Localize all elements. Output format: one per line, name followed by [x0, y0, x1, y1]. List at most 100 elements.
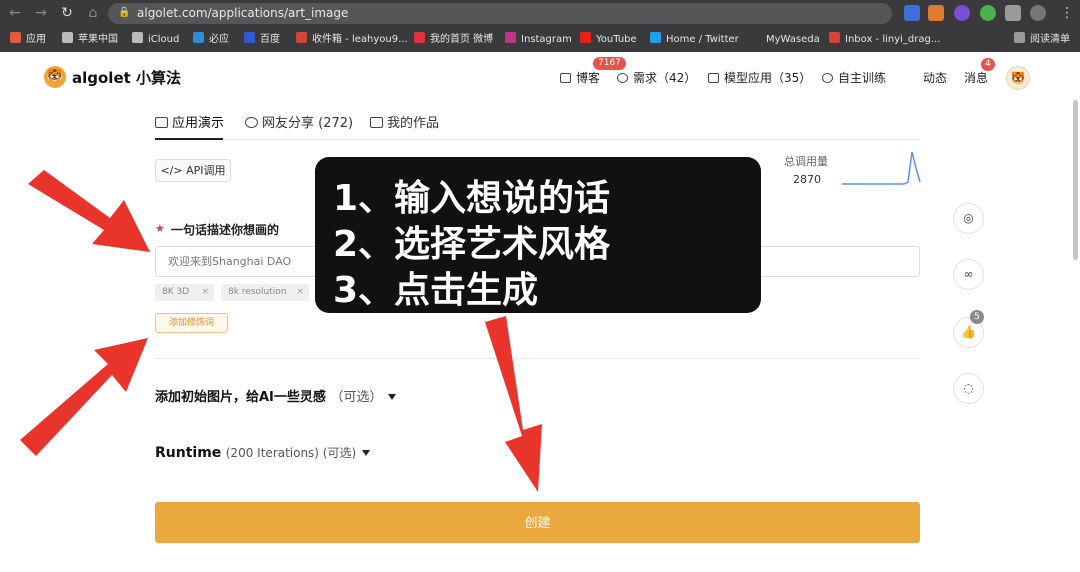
app-tabs: 应用演示 网友分享 (272) 我的作品: [155, 104, 920, 140]
nav-training[interactable]: 自主训练: [822, 69, 886, 86]
instagram-icon: [505, 32, 516, 43]
forward-icon[interactable]: →: [32, 4, 50, 22]
modifier-chip[interactable]: 8K 3D ×: [155, 284, 214, 301]
bookmark-item[interactable]: YouTube: [580, 28, 637, 51]
arrow-to-add-modifier: [20, 338, 148, 456]
gear-icon: [822, 73, 833, 83]
bookmark-item[interactable]: Instagram: [505, 28, 572, 51]
tab-demo[interactable]: 应用演示: [155, 112, 224, 131]
prompt-label: 一句话描述你想画的: [171, 223, 280, 237]
bookmark-item[interactable]: 百度: [244, 28, 280, 51]
nav-models[interactable]: 模型应用（35）: [708, 69, 811, 86]
messages-count-badge: 4: [981, 58, 995, 71]
nav-messages[interactable]: 消息: [964, 69, 988, 86]
extension-icon[interactable]: [928, 5, 944, 21]
bookmark-item[interactable]: 我的首页 微博: [414, 28, 493, 51]
usage-label: 总调用量: [784, 155, 828, 168]
comment-button[interactable]: ◌: [953, 373, 984, 404]
caret-down-icon: [362, 450, 371, 456]
back-icon[interactable]: ←: [6, 4, 24, 22]
like-count-badge: 5: [970, 310, 984, 324]
apps-icon: [10, 32, 21, 43]
bookmark-item[interactable]: 收件箱 - leahyou9...: [296, 28, 408, 51]
demand-icon: [617, 73, 628, 83]
thumbs-up-icon: 👍: [961, 325, 976, 339]
caret-down-icon: [388, 394, 397, 400]
usage-value: 2870: [793, 173, 821, 186]
active-tab-indicator: [155, 138, 223, 140]
tab-share[interactable]: 网友分享 (272): [245, 112, 353, 131]
youtube-icon: [580, 32, 591, 43]
add-modifier-button[interactable]: 添加修饰词: [155, 313, 228, 333]
close-icon[interactable]: ×: [201, 284, 209, 301]
arrow-to-input: [28, 170, 150, 252]
address-bar[interactable]: 🔒 algolet.com/applications/art_image: [108, 3, 892, 24]
image-icon: [370, 117, 383, 128]
site-header: 🐯 algolet 小算法 博客 7167 需求（42） 模型应用（35） 自主…: [0, 52, 1080, 102]
planet-icon: [245, 117, 258, 128]
more-menu-icon[interactable]: ⋮: [1058, 4, 1076, 22]
wechat-share-button[interactable]: ◎: [953, 203, 984, 234]
scrollbar[interactable]: [1073, 100, 1078, 260]
apple-icon: [132, 32, 143, 43]
code-icon: </>: [160, 164, 187, 177]
link-icon: ∞: [963, 267, 974, 281]
instruction-step-3: 3、点击生成: [333, 270, 539, 311]
twitter-icon: [650, 32, 661, 43]
tiger-logo-icon[interactable]: 🐯: [44, 66, 66, 88]
lock-icon: 🔒: [118, 7, 131, 18]
models-icon: [708, 73, 719, 83]
close-icon[interactable]: ×: [296, 284, 304, 301]
section-divider: [155, 358, 920, 359]
tab-works[interactable]: 我的作品: [370, 112, 439, 131]
gmail-icon: [296, 32, 307, 43]
address-row: ← → ↻ ⌂ 🔒 algolet.com/applications/art_i…: [0, 0, 1080, 27]
user-avatar[interactable]: 🐯: [1006, 66, 1030, 90]
nav-activity[interactable]: 动态: [923, 69, 947, 86]
apple-icon: [62, 32, 73, 43]
bookmark-item[interactable]: iCloud: [132, 28, 179, 51]
bookmark-item[interactable]: MyWaseda: [766, 28, 820, 51]
browser-chrome: ← → ↻ ⌂ 🔒 algolet.com/applications/art_i…: [0, 0, 1080, 52]
extension-icon[interactable]: [954, 5, 970, 21]
nav-demand[interactable]: 需求（42）: [617, 69, 696, 86]
nav-blog[interactable]: 博客: [560, 69, 600, 86]
wechat-icon: ◎: [963, 211, 974, 225]
bookmark-item[interactable]: 苹果中国: [62, 28, 118, 51]
reading-list[interactable]: 阅读清单: [1014, 28, 1070, 51]
modifier-chip[interactable]: 8k resolution ×: [221, 284, 309, 301]
required-mark: ★: [155, 222, 165, 235]
instruction-overlay: 1、输入想说的话 2、选择艺术风格 3、点击生成: [315, 157, 761, 313]
url-text: algolet.com/applications/art_image: [137, 6, 349, 20]
bookmark-item[interactable]: 应用: [10, 28, 46, 51]
weibo-icon: [414, 32, 425, 43]
bookmark-item[interactable]: Home / Twitter: [650, 28, 739, 51]
instruction-step-2: 2、选择艺术风格: [333, 224, 611, 265]
sparkline-line: [842, 151, 921, 185]
instruction-step-1: 1、输入想说的话: [333, 178, 611, 219]
code-icon: [155, 117, 168, 128]
bing-icon: [193, 32, 204, 43]
puzzle-icon[interactable]: [1005, 5, 1021, 21]
extension-icon[interactable]: [904, 5, 920, 21]
api-call-button[interactable]: </> API调用: [155, 159, 231, 182]
reload-icon[interactable]: ↻: [58, 4, 76, 22]
blog-icon: [560, 73, 571, 83]
runtime-toggle[interactable]: Runtime (200 Iterations) (可选): [155, 444, 371, 461]
init-image-toggle[interactable]: 添加初始图片，给AI一些灵感 （可选）: [155, 386, 397, 405]
bookmark-item[interactable]: Inbox - linyi_drag...: [829, 28, 940, 51]
copy-link-button[interactable]: ∞: [953, 259, 984, 290]
home-icon[interactable]: ⌂: [84, 4, 102, 22]
usage-sparkline: [842, 151, 921, 185]
create-button[interactable]: 创建: [155, 502, 920, 543]
brand-name[interactable]: algolet 小算法: [72, 67, 181, 88]
extension-icon[interactable]: [980, 5, 996, 21]
reading-list-icon: [1014, 32, 1025, 43]
arrow-to-create-button: [485, 316, 542, 492]
bookmark-item[interactable]: 必应: [193, 28, 229, 51]
profile-avatar[interactable]: [1030, 5, 1046, 21]
gmail-icon: [829, 32, 840, 43]
comment-icon: ◌: [963, 381, 974, 395]
baidu-icon: [244, 32, 255, 43]
bookmarks-bar: 应用 苹果中国 iCloud 必应 百度 收件箱 - leahyou9... 我…: [0, 28, 1080, 51]
